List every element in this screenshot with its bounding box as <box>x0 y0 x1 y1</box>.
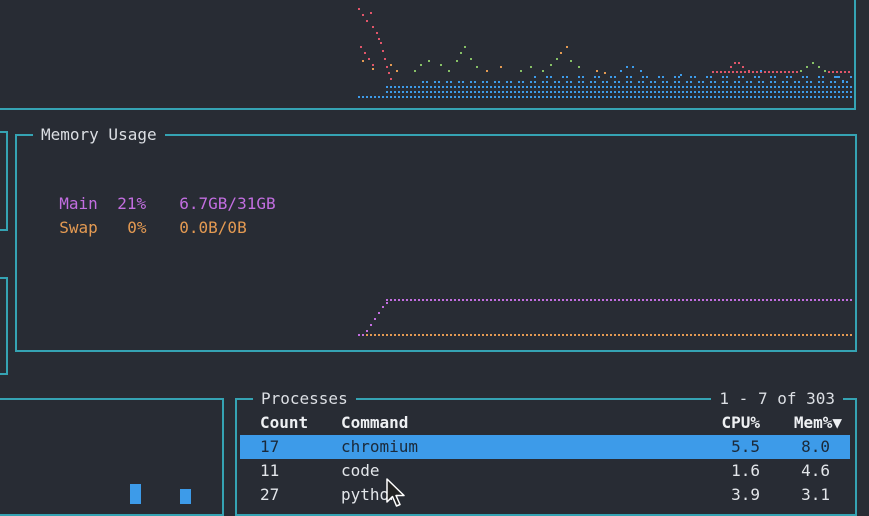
left-panel-upper <box>0 131 8 231</box>
network-bar <box>180 489 191 504</box>
process-mem: 8.0 <box>801 437 830 456</box>
network-bar <box>130 484 141 504</box>
process-cpu: 1.6 <box>731 461 760 480</box>
process-count: 27 <box>260 485 280 504</box>
process-cpu: 3.9 <box>731 485 760 504</box>
cpu-usage-panel <box>0 0 856 110</box>
memory-usage-panel: Memory Usage <box>15 125 857 352</box>
process-mem: 3.1 <box>801 485 830 504</box>
left-panel-lower <box>0 277 8 375</box>
memory-swap-label: Swap <box>59 218 98 237</box>
process-command: chromium <box>341 437 419 456</box>
process-mem: 4.6 <box>801 461 830 480</box>
mouse-pointer-icon <box>386 478 405 507</box>
column-header-count[interactable]: Count <box>260 413 308 433</box>
processes-range: 1 - 7 of 303 <box>711 389 843 409</box>
column-header-cpu[interactable]: CPU% <box>690 413 760 433</box>
process-count: 17 <box>260 437 280 456</box>
memory-swap-row: Swap 0% 0.0B/0B <box>40 198 247 238</box>
table-row[interactable]: 17 chromium 5.5 8.0 <box>240 435 850 459</box>
table-row[interactable]: 27 python 3.9 3.1 <box>240 483 850 507</box>
memory-swap-percent: 0% <box>127 218 147 237</box>
memory-usage-title: Memory Usage <box>33 125 165 145</box>
processes-title: Processes <box>253 389 356 409</box>
process-count: 11 <box>260 461 280 480</box>
process-cpu: 5.5 <box>731 437 760 456</box>
process-command: code <box>341 461 380 480</box>
table-row[interactable]: 11 code 1.6 4.6 <box>240 459 850 483</box>
column-header-mem[interactable]: Mem%▼ <box>770 413 842 433</box>
column-header-command[interactable]: Command <box>341 413 408 433</box>
memory-swap-amount: 0.0B/0B <box>179 218 247 237</box>
